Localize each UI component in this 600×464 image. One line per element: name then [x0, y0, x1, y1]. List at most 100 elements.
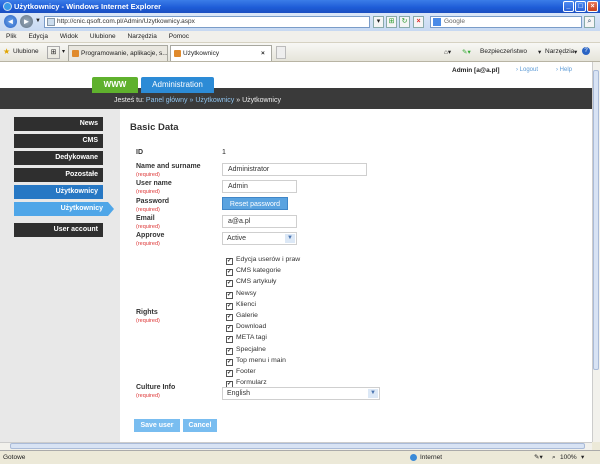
- menu-tools[interactable]: Narzędzia: [128, 33, 157, 40]
- tools-menu[interactable]: Narzędzia: [545, 48, 574, 55]
- rights-checkbox[interactable]: ✓ Klienci: [226, 301, 256, 310]
- save-user-button[interactable]: Save user: [134, 419, 180, 432]
- logged-user: Admin [a@a.pl]: [452, 67, 500, 74]
- logout-link[interactable]: › Logout: [516, 67, 538, 73]
- breadcrumb-users[interactable]: Użytkownicy: [195, 97, 234, 104]
- horizontal-scroll-thumb[interactable]: [10, 443, 585, 449]
- rights-checkbox[interactable]: ✓ Specjalne: [226, 346, 266, 355]
- checkbox-checked-icon[interactable]: ✓: [226, 302, 233, 310]
- new-tab-button[interactable]: [276, 46, 286, 59]
- zoom-icon[interactable]: ⌕: [552, 451, 556, 464]
- tools-dropdown-icon[interactable]: ▾: [574, 48, 577, 56]
- favorites-bar: ★ Ulubione ⊞ ▾ Programowanie, aplikacje,…: [0, 43, 600, 62]
- sidebar-item-uzytkownicy[interactable]: Użytkownicy: [14, 185, 103, 199]
- chevron-down-icon: ▼: [368, 389, 378, 398]
- administration-tab[interactable]: Administration: [141, 77, 214, 93]
- search-placeholder: Google: [444, 18, 465, 25]
- help-link[interactable]: › Help: [556, 67, 572, 73]
- stop-icon[interactable]: ×: [413, 16, 424, 28]
- menu-help[interactable]: Pomoc: [169, 33, 189, 40]
- name-label: Name and surname: [136, 163, 201, 170]
- sidebar-subitem-uzytkownicy[interactable]: Użytkownicy: [14, 202, 114, 216]
- sidebar: News CMS Dedykowane Pozostałe Użytkownic…: [0, 109, 120, 442]
- back-button[interactable]: ◄: [4, 15, 17, 28]
- compatibility-icon[interactable]: ⊞: [386, 16, 397, 28]
- tab-label: Użytkownicy: [183, 50, 220, 57]
- menu-edit[interactable]: Edycja: [28, 33, 48, 40]
- address-dropdown-button[interactable]: ▾: [373, 16, 384, 28]
- reset-password-button[interactable]: Reset password: [222, 197, 288, 210]
- checkbox-checked-icon[interactable]: ✓: [226, 347, 233, 355]
- rights-checkbox[interactable]: ✓ CMS artykuły: [226, 278, 276, 288]
- menu-view[interactable]: Widok: [60, 33, 78, 40]
- rights-checkbox-label: Footer: [236, 368, 256, 375]
- vertical-scroll-thumb[interactable]: [593, 70, 599, 370]
- rights-checkbox[interactable]: ✓ META tagi: [226, 334, 267, 344]
- breadcrumb-prefix: Jesteś tu:: [114, 97, 144, 104]
- checkbox-checked-icon[interactable]: ✓: [226, 314, 233, 321]
- sidebar-item-user-account[interactable]: User account: [14, 223, 103, 237]
- breadcrumb-home[interactable]: Panel główny: [146, 97, 188, 104]
- tab-favicon-icon: [174, 50, 181, 57]
- quick-tabs-icon[interactable]: ⊞: [47, 46, 60, 59]
- checkbox-checked-icon[interactable]: ✓: [226, 325, 233, 333]
- address-input[interactable]: http://cnic.qsoft.com.pl/Admin/Uzytkowni…: [44, 16, 370, 28]
- history-dropdown-icon[interactable]: ▼: [35, 18, 41, 24]
- rights-checkbox[interactable]: ✓ Footer: [226, 368, 256, 377]
- rights-checkbox[interactable]: ✓ Edycja userów i praw: [226, 256, 300, 265]
- sidebar-item-dedykowane[interactable]: Dedykowane: [14, 151, 103, 165]
- refresh-icon[interactable]: ↻: [399, 16, 410, 28]
- rights-checkbox-label: Edycja userów i praw: [236, 256, 301, 263]
- menu-file[interactable]: Plik: [6, 33, 16, 40]
- checkbox-checked-icon[interactable]: ✓: [226, 258, 233, 265]
- feeds-icon[interactable]: ✎▾: [462, 48, 471, 56]
- www-tab[interactable]: WWW: [92, 77, 138, 93]
- email-input[interactable]: a@a.pl: [222, 215, 297, 228]
- culture-select[interactable]: English ▼: [222, 387, 380, 400]
- rights-checkbox[interactable]: ✓ Top menu i main: [226, 357, 286, 366]
- search-icon[interactable]: ⌕: [584, 16, 595, 28]
- ie-app-icon: [3, 2, 12, 11]
- security-menu[interactable]: Bezpieczeństwo: [480, 48, 527, 55]
- favorites-star-icon[interactable]: ★: [3, 47, 10, 56]
- rights-checkbox[interactable]: ✓ Newsy: [226, 290, 256, 299]
- sidebar-item-pozostale[interactable]: Pozostałe: [14, 168, 103, 182]
- checkbox-checked-icon[interactable]: ✓: [226, 358, 233, 366]
- sidebar-item-news[interactable]: News: [14, 117, 103, 131]
- approve-select[interactable]: Active ▼: [222, 232, 297, 245]
- top-nav-bar: [0, 88, 592, 109]
- tab-list-icon[interactable]: ▾: [62, 48, 65, 55]
- help-icon[interactable]: ?: [582, 47, 590, 55]
- username-input[interactable]: Admin: [222, 180, 297, 193]
- checkbox-checked-icon[interactable]: ✓: [226, 280, 233, 288]
- minimize-button[interactable]: _: [563, 1, 574, 12]
- checkbox-checked-icon[interactable]: ✓: [226, 370, 233, 377]
- close-window-button[interactable]: ×: [587, 1, 598, 12]
- approve-label: Approve: [136, 232, 165, 239]
- close-tab-icon[interactable]: ×: [261, 46, 265, 61]
- menu-favorites[interactable]: Ulubione: [90, 33, 116, 40]
- tab-programowanie[interactable]: Programowanie, aplikacje, s...: [68, 45, 168, 61]
- cancel-button[interactable]: Cancel: [183, 419, 217, 432]
- maximize-button[interactable]: □: [575, 1, 586, 12]
- protected-mode-icon[interactable]: ✎▾: [534, 451, 543, 464]
- rights-checkbox-label: Download: [236, 323, 267, 331]
- favorites-label[interactable]: Ulubione: [13, 48, 39, 55]
- rights-checkbox[interactable]: ✓ Download: [226, 323, 267, 333]
- rights-checkbox[interactable]: ✓ Galerie: [226, 312, 258, 321]
- zoom-dropdown-icon[interactable]: ▾: [581, 451, 584, 464]
- home-icon[interactable]: ⌂▾: [444, 48, 451, 56]
- sidebar-item-cms[interactable]: CMS: [14, 134, 103, 148]
- checkbox-checked-icon[interactable]: ✓: [226, 269, 233, 277]
- page-title: Basic Data: [130, 122, 179, 133]
- checkbox-checked-icon[interactable]: ✓: [226, 336, 233, 344]
- name-input[interactable]: Administrator: [222, 163, 367, 176]
- rights-checkbox-label: CMS kategorie: [236, 267, 281, 275]
- forward-button[interactable]: ►: [20, 15, 33, 28]
- search-input[interactable]: Google: [430, 16, 582, 28]
- rights-checkbox[interactable]: ✓ CMS kategorie: [226, 267, 281, 277]
- checkbox-checked-icon[interactable]: ✓: [226, 291, 233, 299]
- tab-uzytkownicy[interactable]: Użytkownicy ×: [170, 45, 272, 61]
- security-dropdown-icon[interactable]: ▾: [538, 48, 541, 56]
- zoom-level[interactable]: 100%: [560, 451, 577, 464]
